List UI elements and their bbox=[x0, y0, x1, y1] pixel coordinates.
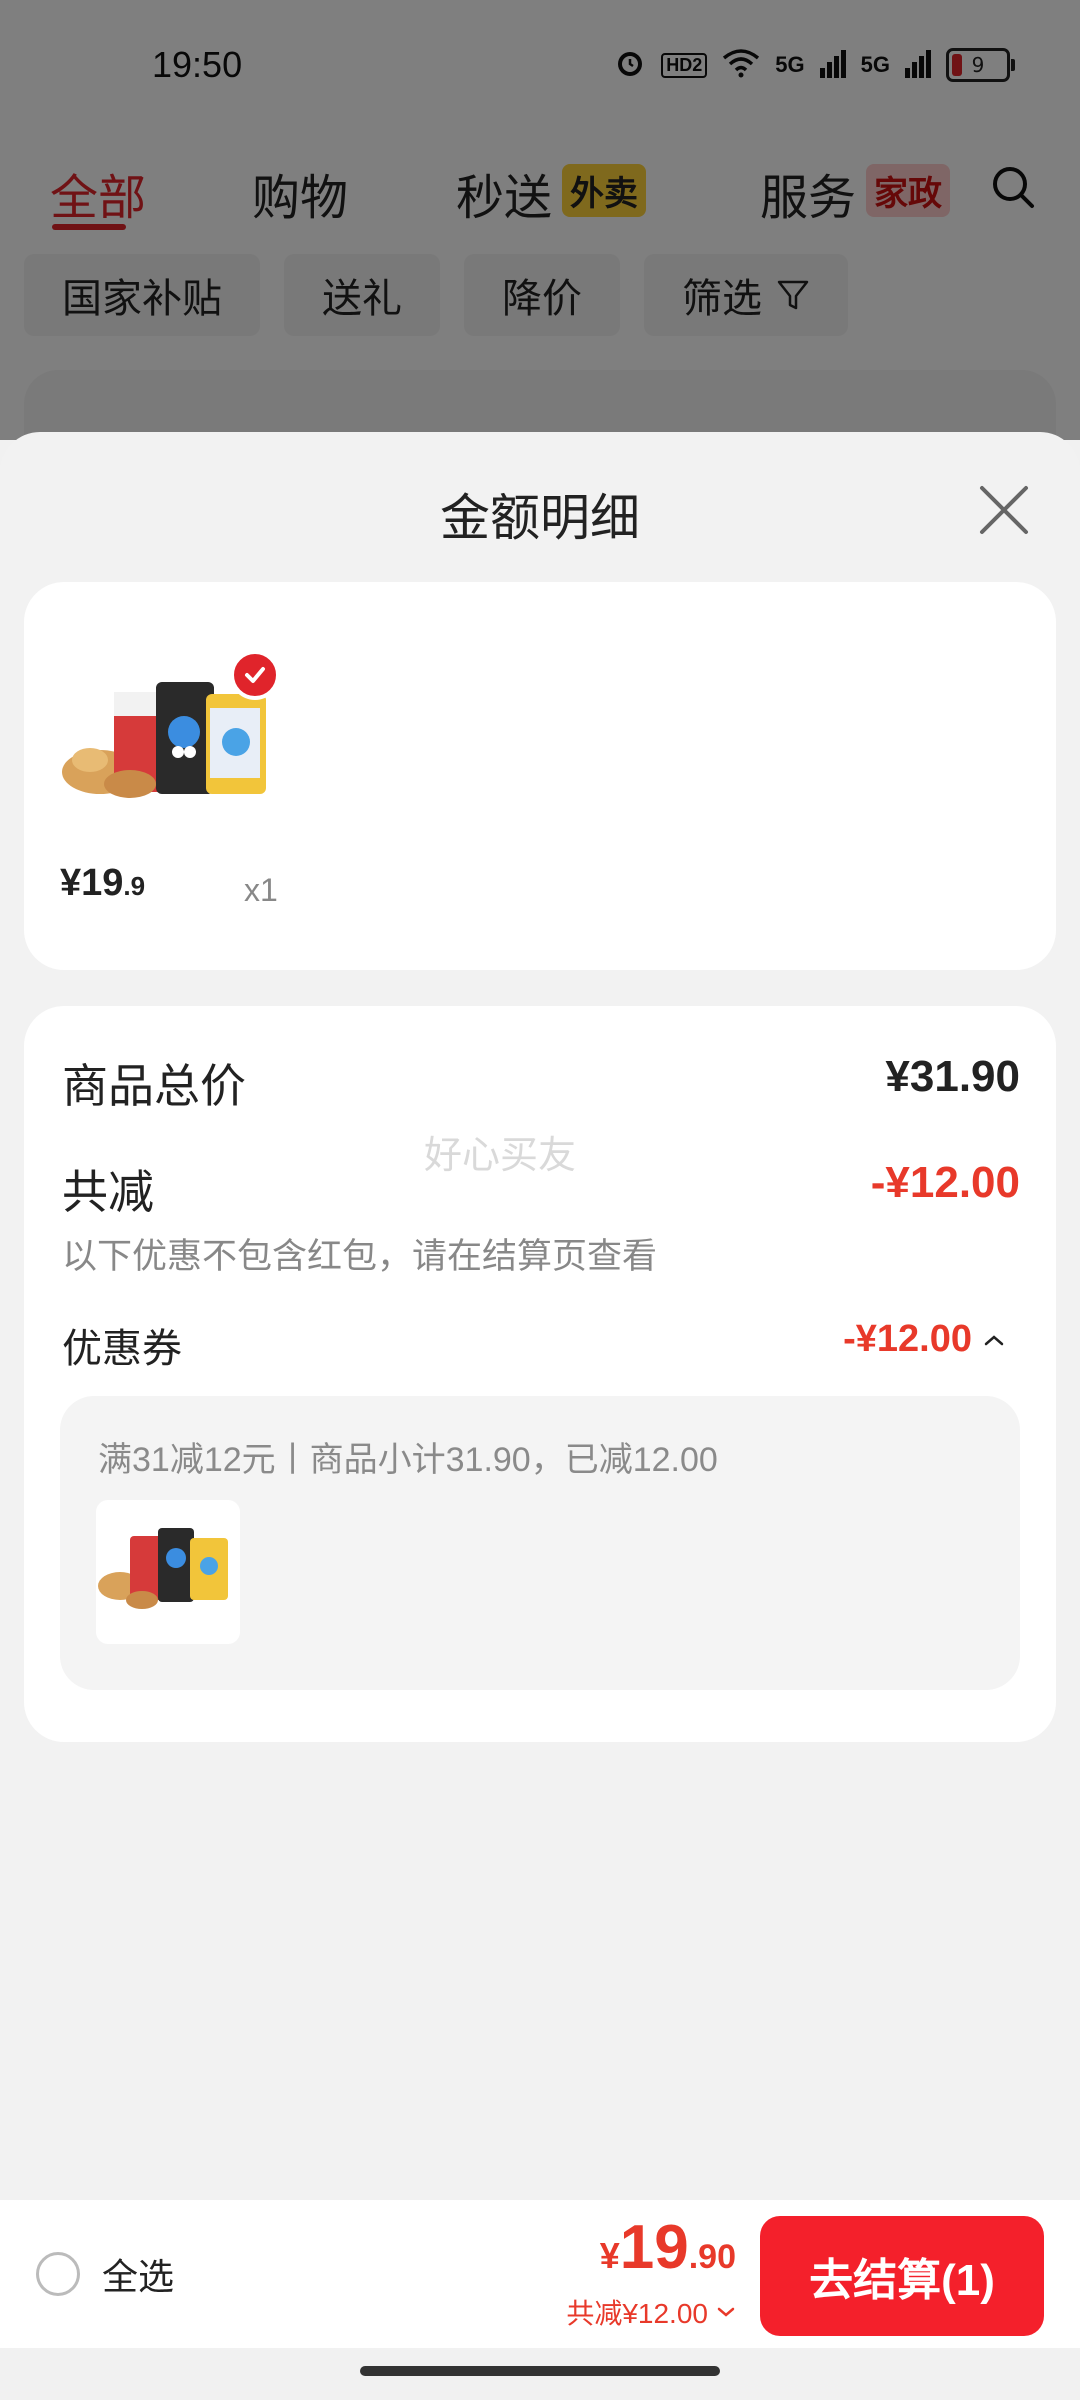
checkout-button[interactable]: 去结算(1) bbox=[760, 2216, 1044, 2336]
cart-total-price: ¥19.90 bbox=[600, 2212, 736, 2283]
select-all-label: 全选 bbox=[102, 2256, 175, 2297]
home-indicator[interactable] bbox=[360, 2366, 720, 2376]
total-discount-toggle[interactable]: 共减¥12.00 bbox=[566, 2292, 736, 2332]
total-price-value: ¥31.90 bbox=[885, 1052, 1020, 1101]
discount-value: -¥12.00 bbox=[870, 1158, 1020, 1207]
discount-label: 共减 bbox=[62, 1166, 154, 1218]
item-card: ¥19.9 x1 bbox=[24, 582, 1056, 970]
amount-detail-sheet: 金额明细 ¥19.9 x1 商品总价 ¥31.90 好心买友 共减 -¥12.0… bbox=[0, 432, 1080, 2200]
checkout-bar: 全选 ¥19.90 共减¥12.00 去结算(1) bbox=[0, 2200, 1080, 2348]
coupon-toggle[interactable]: -¥12.00 bbox=[843, 1318, 1006, 1361]
close-icon[interactable] bbox=[976, 482, 1032, 538]
selected-check-icon[interactable] bbox=[230, 650, 280, 700]
total-discount-text: 共减¥12.00 bbox=[566, 2298, 708, 2329]
item-price: ¥19.9 bbox=[60, 862, 145, 905]
sheet-title: 金额明细 bbox=[440, 490, 640, 546]
watermark-text: 好心买友 bbox=[424, 1135, 577, 1177]
coupon-product-thumbnail[interactable] bbox=[96, 1500, 240, 1644]
product-thumbnail[interactable] bbox=[60, 650, 286, 802]
price-summary-card: 商品总价 ¥31.90 好心买友 共减 -¥12.00 以下优惠不包含红包，请在… bbox=[24, 1006, 1056, 1742]
total-price-label: 商品总价 bbox=[62, 1060, 246, 1112]
coupon-value: -¥12.00 bbox=[843, 1318, 972, 1360]
coupon-label: 优惠券 bbox=[62, 1327, 182, 1371]
item-price-dec: .9 bbox=[123, 871, 146, 901]
select-all-toggle[interactable]: 全选 bbox=[36, 2248, 174, 2300]
coupon-detail-box: 满31减12元丨商品小计31.90，已减12.00 bbox=[60, 1396, 1020, 1690]
select-all-radio[interactable] bbox=[36, 2252, 80, 2296]
item-price-int: ¥19 bbox=[60, 862, 124, 904]
currency-symbol: ¥ bbox=[599, 2235, 620, 2276]
chevron-down-icon bbox=[717, 2307, 735, 2317]
discount-note: 以下优惠不包含红包，请在结算页查看 bbox=[62, 1237, 658, 1276]
coupon-description: 满31减12元丨商品小计31.90，已减12.00 bbox=[98, 1441, 718, 1479]
total-dec: .90 bbox=[688, 2238, 736, 2276]
item-quantity: x1 bbox=[244, 872, 278, 908]
chevron-up-icon bbox=[984, 1334, 1004, 1345]
total-int: 19 bbox=[619, 2213, 689, 2282]
dim-overlay[interactable] bbox=[0, 0, 1080, 440]
